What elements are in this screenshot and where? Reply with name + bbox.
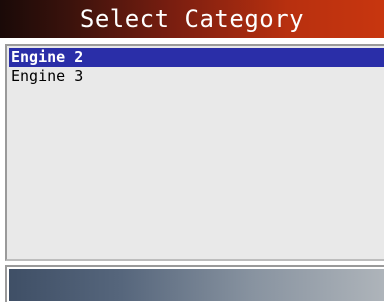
page-title: Select Category (79, 5, 305, 33)
scan-tool-screen: Select Category Engine 2 Engine 3 (0, 0, 384, 305)
title-bar: Select Category (0, 0, 384, 38)
footer-panel (5, 265, 384, 302)
list-item-engine-3[interactable]: Engine 3 (9, 67, 384, 86)
list-item-engine-2[interactable]: Engine 2 (9, 48, 384, 67)
category-list: Engine 2 Engine 3 (5, 44, 384, 261)
footer-bar (9, 269, 384, 301)
